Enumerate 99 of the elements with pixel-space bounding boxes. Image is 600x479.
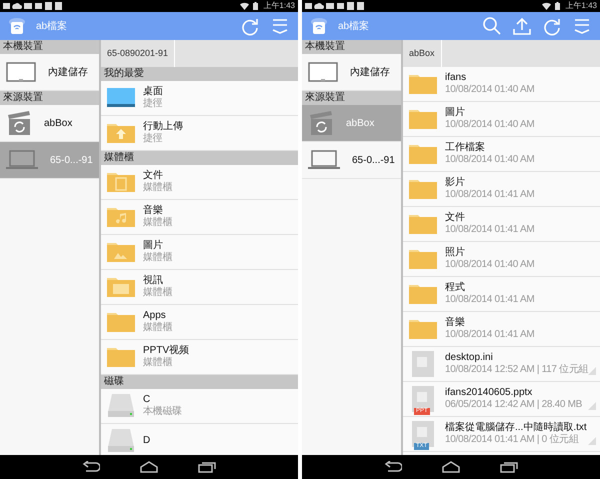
upload-button[interactable] [512, 16, 532, 36]
app-title: ab檔案 [338, 20, 370, 33]
file-details: 媒體櫃 [143, 287, 172, 299]
back-button[interactable] [82, 461, 100, 473]
file-details: 10/08/2014 01:40 AM [445, 154, 534, 166]
file-row[interactable]: 圖片 10/08/2014 01:40 AM [403, 102, 600, 137]
file-name: desktop.ini [445, 352, 494, 364]
file-details: 10/08/2014 01:41 AM | 0 位元組 [445, 434, 580, 446]
file-row[interactable]: 影片 10/08/2014 01:41 AM [403, 172, 600, 207]
file-name: 視訊 [143, 275, 164, 286]
file-details: 媒體櫃 [143, 322, 172, 334]
section-header: 來源裝置 [302, 91, 401, 105]
file-name: D [143, 435, 150, 447]
wifi-icon [240, 2, 250, 10]
notification-icons-drawing [305, 2, 365, 10]
file-details: 10/08/2014 01:41 AM [445, 224, 534, 236]
file-details: 媒體櫃 [143, 182, 172, 194]
section-header: 來源裝置 [0, 91, 99, 105]
file-name: 影片 [445, 177, 466, 189]
section-header: 本機裝置 [0, 40, 99, 54]
file-details: 捷徑 [143, 133, 164, 145]
file-name: 工作檔案 [445, 142, 486, 154]
recent-apps-button[interactable] [500, 461, 518, 473]
file-name: 音樂 [445, 317, 466, 329]
file-row[interactable]: C 本機磁碟 [101, 389, 298, 424]
file-name: 文件 [445, 212, 466, 224]
app-title: ab檔案 [36, 20, 68, 33]
app-logo-icon [8, 17, 26, 35]
app-logo-icon [310, 17, 328, 35]
file-name: C [143, 394, 152, 406]
file-row[interactable]: 照片 10/08/2014 01:40 AM [403, 242, 600, 277]
file-details: 捷徑 [143, 98, 163, 110]
status-time: 上午1:43 [565, 0, 597, 12]
notification-icons-drawing [3, 2, 63, 10]
file-row[interactable]: 程式 10/08/2014 01:41 AM [403, 277, 600, 312]
refresh-button[interactable] [542, 16, 562, 36]
recent-apps-button[interactable] [198, 461, 216, 473]
file-name: PPTV视频 [143, 345, 190, 356]
refresh-button[interactable] [240, 16, 260, 36]
section-header: 本機裝置 [302, 40, 401, 54]
corner-icon [588, 437, 596, 445]
file-row[interactable]: desktop.ini 10/08/2014 12:52 AM | 117 位元組 [403, 347, 600, 382]
laptop-icon [6, 150, 38, 170]
home-button[interactable] [140, 461, 158, 473]
file-name: 圖片 [143, 240, 164, 252]
battery-icon [253, 2, 258, 10]
file-name: 行動上傳 [143, 121, 183, 132]
corner-icon [588, 402, 596, 410]
file-details: 本機磁碟 [143, 406, 182, 418]
file-details: 10/08/2014 01:40 AM [445, 259, 534, 271]
file-details: 媒體櫃 [143, 357, 174, 369]
sync-box-icon [308, 111, 334, 135]
back-button[interactable] [384, 461, 402, 473]
file-row[interactable]: Apps 媒體櫃 [101, 305, 298, 340]
file-details: 06/05/2014 12:42 AM | 28.40 MB [445, 399, 582, 411]
file-name: 檔案從電腦儲存...中隨時讀取.txt [445, 422, 586, 434]
file-row[interactable]: 工作檔案 10/08/2014 01:40 AM [403, 137, 600, 172]
drive-icon [106, 393, 136, 419]
file-details: 媒體櫃 [143, 217, 172, 229]
file-name: 圖片 [445, 107, 466, 119]
file-name: 程式 [445, 282, 466, 294]
file-name: 音樂 [143, 205, 164, 216]
section-header: 磁碟 [101, 375, 298, 389]
section-header: 媒體櫃 [101, 151, 298, 165]
section-header: 我的最愛 [101, 67, 298, 81]
file-row[interactable]: 音樂 媒體櫃 [101, 200, 298, 235]
menu-button[interactable] [270, 16, 290, 36]
status-time: 上午1:43 [263, 0, 295, 12]
file-row[interactable]: 文件 10/08/2014 01:41 AM [403, 207, 600, 242]
file-details: 媒體櫃 [143, 252, 172, 264]
file-name: ifans [445, 72, 468, 84]
tablet-icon [6, 62, 36, 82]
file-row[interactable]: 音樂 10/08/2014 01:41 AM [403, 312, 600, 347]
file-row[interactable]: 桌面 捷徑 [101, 81, 298, 116]
file-details: 10/08/2014 01:41 AM [445, 294, 534, 306]
search-button[interactable] [482, 16, 502, 36]
wifi-icon [542, 2, 552, 10]
drive-icon [106, 428, 136, 454]
home-button[interactable] [442, 461, 460, 473]
file-details: 10/08/2014 01:41 AM [445, 329, 534, 341]
battery-icon [555, 2, 560, 10]
file-name: ifans20140605.pptx [445, 387, 534, 399]
file-row[interactable]: ifans 10/08/2014 01:40 AM [403, 67, 600, 102]
file-details: 10/08/2014 01:41 AM [445, 189, 534, 201]
file-details: 10/08/2014 01:40 AM [445, 84, 534, 96]
file-row[interactable]: 視訊 媒體櫃 [101, 270, 298, 305]
corner-icon [588, 367, 596, 375]
menu-button[interactable] [572, 16, 592, 36]
file-details: 10/08/2014 12:52 AM | 117 位元組 [445, 364, 586, 376]
laptop-icon [308, 150, 340, 170]
file-details: 10/08/2014 01:40 AM [445, 119, 534, 131]
tablet-icon [308, 62, 338, 82]
file-row[interactable]: 圖片 媒體櫃 [101, 235, 298, 270]
file-name: 照片 [445, 247, 466, 259]
file-name: 桌面 [143, 86, 163, 98]
file-name: Apps [143, 310, 167, 322]
file-row[interactable]: 文件 媒體櫃 [101, 165, 298, 200]
file-name: 文件 [143, 170, 164, 182]
sync-box-icon [6, 111, 32, 135]
